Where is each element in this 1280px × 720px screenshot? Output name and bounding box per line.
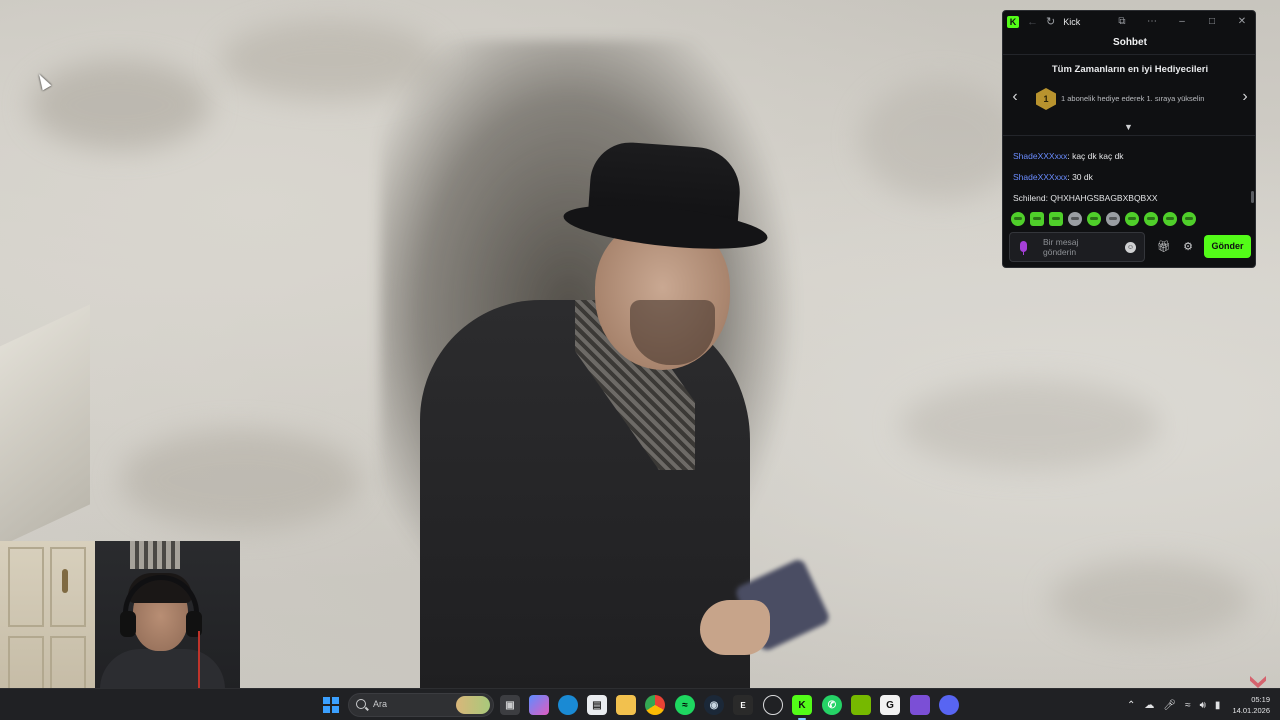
whatsapp-icon[interactable]: ✆ (822, 695, 842, 715)
close-button[interactable]: ✕ (1227, 17, 1255, 27)
window-titlebar: K ← ↻ Kick ⧉ ⋯ – □ ✕ (1003, 11, 1255, 33)
wifi-icon[interactable]: ≈ (1185, 700, 1191, 711)
back-arrow-icon[interactable]: ← (1027, 16, 1038, 28)
clock[interactable]: 05:19 14.01.2026 (1226, 694, 1270, 716)
taskbar: Ara ▣ ▤ ≈ ◉ E K ✆ G ⌃ ☁ 🎤︎ ≈ 🔊︎ ▮ 05:19 … (0, 688, 1280, 720)
nvidia-icon[interactable] (851, 695, 871, 715)
emote-icon[interactable] (1144, 212, 1158, 226)
refresh-icon[interactable]: ↻ (1046, 16, 1055, 28)
copilot-icon[interactable] (529, 695, 549, 715)
emote-icon[interactable] (1125, 212, 1139, 226)
chat-messages: ShadeXXXxxx: kaç dk kaç dk ShadeXXXxxx: … (1003, 128, 1251, 213)
chat-message: ShadeXXXxxx: kaç dk kaç dk (1013, 151, 1124, 161)
folder-icon[interactable] (616, 695, 636, 715)
minimize-button[interactable]: – (1167, 17, 1197, 27)
placeholder-line: Bir mesaj (1043, 237, 1079, 247)
message-input[interactable]: Bir mesaj gönderin ☺ (1009, 232, 1145, 262)
steam-icon[interactable]: ◉ (704, 695, 724, 715)
gifters-prompt: 1 abonelik hediye ederek 1. sıraya yükse… (1061, 94, 1205, 103)
message-placeholder: Bir mesaj gönderin (1043, 237, 1123, 257)
chevron-right-icon[interactable]: › (1238, 88, 1252, 106)
discord-icon[interactable] (939, 695, 959, 715)
search-label: Ara (373, 699, 388, 709)
store-icon[interactable]: ▤ (587, 695, 607, 715)
chat-username[interactable]: Schilend (1013, 193, 1046, 203)
maximize-button[interactable]: □ (1197, 17, 1227, 27)
emote-icon[interactable] (1011, 212, 1025, 226)
edge-icon[interactable] (558, 695, 578, 715)
emote-icon[interactable] (1182, 212, 1196, 226)
chevron-left-icon[interactable]: ‹ (1008, 88, 1022, 106)
placeholder-line: gönderin (1043, 247, 1077, 257)
emoji-icon[interactable]: ☺ (1125, 242, 1136, 253)
send-button[interactable]: Gönder (1204, 235, 1251, 258)
chat-username[interactable]: ShadeXXXxxx (1013, 172, 1067, 182)
chat-header: Sohbet (1003, 37, 1255, 55)
more-options-icon[interactable]: ⋯ (1137, 17, 1167, 27)
search-icon (356, 699, 366, 709)
clock-time: 05:19 (1251, 695, 1270, 704)
chat-scrollbar[interactable] (1251, 191, 1254, 203)
emote-icon[interactable] (1068, 212, 1082, 226)
chevron-up-icon[interactable]: ⌃ (1127, 700, 1135, 711)
epic-games-icon[interactable]: E (733, 695, 753, 715)
chat-message: ShadeXXXxxx: 30 dk (1013, 172, 1093, 182)
visual-studio-icon[interactable] (910, 695, 930, 715)
rank-badge: 1 (1036, 88, 1056, 110)
emote-icon[interactable] (1163, 212, 1177, 226)
microphone-icon[interactable] (1020, 241, 1027, 255)
gear-icon[interactable]: ⚙ (1181, 240, 1195, 254)
microphone-tray-icon[interactable]: 🎤︎ (1163, 700, 1176, 711)
start-button[interactable] (323, 697, 339, 713)
chat-text: : kaç dk kaç dk (1067, 151, 1124, 161)
cast-icon[interactable]: ⧉ (1107, 17, 1137, 27)
chatgpt-icon[interactable] (763, 695, 783, 715)
gifters-title: Tüm Zamanların en iyi Hediyecileri (1051, 64, 1209, 75)
task-view-icon[interactable]: ▣ (500, 695, 520, 715)
taskbar-search[interactable]: Ara (348, 693, 494, 717)
volume-icon[interactable]: 🔊︎ (1200, 700, 1206, 711)
chat-message: Schilend: QHXHAHGSBAGBXBQBXX (1013, 193, 1158, 203)
emote-icon[interactable] (1106, 212, 1120, 226)
chat-input-row: Bir mesaj gönderin ☺ 🎁︎ ⚙ Gönder (1009, 232, 1251, 262)
clock-date: 14.01.2026 (1232, 706, 1270, 715)
kick-chat-window: K ← ↻ Kick ⧉ ⋯ – □ ✕ Sohbet Tüm Zamanlar… (1002, 10, 1256, 268)
chat-username[interactable]: ShadeXXXxxx (1013, 151, 1067, 161)
search-highlight-image (456, 696, 490, 714)
emote-icon[interactable] (1087, 212, 1101, 226)
emote-icon[interactable] (1030, 212, 1044, 226)
kick-logo-icon: K (1007, 16, 1019, 28)
emote-icon[interactable] (1049, 212, 1063, 226)
chrome-icon[interactable] (645, 695, 665, 715)
spotify-icon[interactable]: ≈ (675, 695, 695, 715)
chat-text: : 30 dk (1067, 172, 1093, 182)
chat-text: : QHXHAHGSBAGBXBQBXX (1045, 193, 1158, 203)
cloud-icon[interactable]: ☁ (1144, 700, 1154, 711)
gift-icon[interactable]: 🎁︎ (1157, 240, 1171, 254)
window-title: Kick (1063, 17, 1081, 27)
kick-icon[interactable]: K (792, 695, 812, 720)
emote-bar (1011, 212, 1196, 228)
g-app-icon[interactable]: G (880, 695, 900, 715)
battery-icon[interactable]: ▮ (1215, 700, 1221, 711)
system-tray: ⌃ ☁ 🎤︎ ≈ 🔊︎ ▮ (1127, 689, 1229, 720)
